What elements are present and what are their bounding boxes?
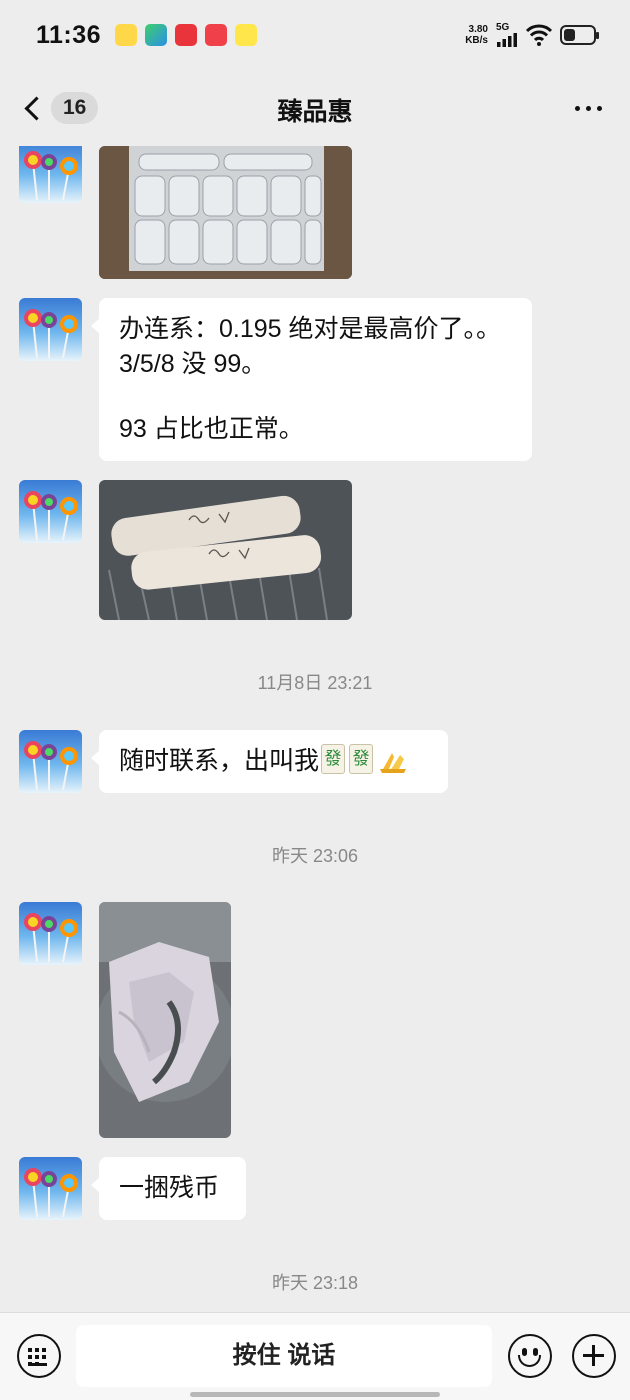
signal-icon: 5G	[496, 23, 518, 47]
hold-to-talk-button[interactable]: 按住 说话	[76, 1325, 492, 1387]
keyboard-icon[interactable]	[17, 1334, 61, 1378]
more-icon[interactable]	[575, 106, 602, 111]
timestamp: 11月8日 23:21	[257, 673, 373, 693]
timestamp: 昨天 23:06	[271, 846, 359, 866]
net-speed-unit: KB/s	[465, 35, 488, 46]
status-time: 11:36	[36, 20, 102, 49]
app-icon-yellow	[115, 24, 138, 46]
input-bar: 按住 说话	[0, 1312, 630, 1400]
avatar[interactable]	[19, 1157, 82, 1220]
avatar[interactable]	[19, 480, 82, 543]
message-line: 93 占比也正常。	[119, 415, 304, 443]
net-speed: 3.80 KB/s	[465, 24, 488, 46]
chat-title: 臻品惠	[277, 98, 353, 126]
mahjong-fa-icon	[321, 744, 346, 774]
nav-bar: 16 臻品惠	[0, 70, 630, 146]
app-icon-video	[145, 24, 168, 46]
message-text: 随时联系，出叫我	[119, 747, 320, 775]
app-icon-heart	[205, 24, 228, 46]
timestamp: 昨天 23:18	[271, 1273, 359, 1293]
status-right: 3.80 KB/s 5G	[465, 23, 599, 47]
message-bubble-text[interactable]: 办连系：0.195 绝对是最高价了。。 3/5/8 没 99。 93 占比也正常…	[91, 298, 532, 461]
message-photo-coins-box[interactable]	[99, 146, 352, 279]
wifi-icon	[526, 24, 552, 46]
message-line: 办连系：0.195 绝对是最高价了。。	[119, 315, 502, 343]
network-type: 5G	[496, 22, 510, 33]
app-icon-news	[235, 24, 258, 46]
status-app-icons	[115, 24, 258, 46]
folded-hands-icon	[380, 753, 407, 773]
message-line: 3/5/8 没 99。	[119, 350, 267, 378]
message-photo-damaged-notes[interactable]	[99, 902, 231, 1138]
avatar[interactable]	[19, 730, 82, 793]
message-text: 一捆残币	[119, 1174, 220, 1202]
avatar[interactable]	[19, 146, 82, 203]
avatar[interactable]	[19, 298, 82, 361]
status-bar: 11:36 3.80 KB/s 5G	[0, 0, 630, 70]
avatar[interactable]	[19, 902, 82, 965]
message-photo-coin-rolls[interactable]	[99, 480, 352, 620]
message-line	[119, 382, 512, 412]
home-indicator[interactable]	[190, 1392, 440, 1397]
message-bubble-text[interactable]: 一捆残币	[91, 1157, 246, 1220]
net-speed-value: 3.80	[468, 24, 488, 35]
message-bubble-text[interactable]: 随时联系，出叫我	[91, 730, 448, 793]
battery-icon	[560, 25, 599, 45]
app-icon-red	[175, 24, 198, 46]
chat-area[interactable]: 办连系：0.195 绝对是最高价了。。 3/5/8 没 99。 93 占比也正常…	[0, 146, 630, 1312]
emoji-icon[interactable]	[508, 1334, 552, 1378]
mahjong-fa-icon	[349, 744, 374, 774]
plus-icon[interactable]	[572, 1334, 616, 1378]
